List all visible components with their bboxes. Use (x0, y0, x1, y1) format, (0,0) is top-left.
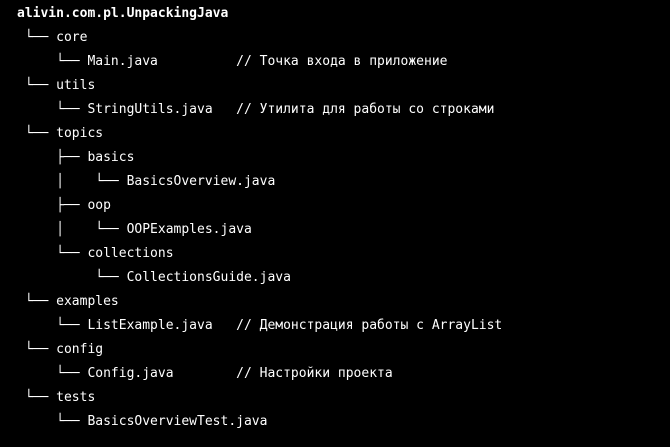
code-block: alivin.com.pl.UnpackingJava └── core └──… (0, 0, 670, 447)
tree-folder-examples: └── examples (17, 294, 119, 309)
tree-folder-basics: ├── basics (17, 150, 135, 165)
tree-file-oopexamples: │ └── OOPExamples.java (17, 222, 252, 237)
tree-folder-utils: └── utils (17, 78, 96, 93)
tree-file-basicsoverview: │ └── BasicsOverview.java (17, 174, 276, 189)
tree-file-main: └── Main.java // Точка входа в приложени… (17, 54, 448, 69)
tree-folder-oop: ├── oop (17, 198, 111, 213)
tree-file-listexample: └── ListExample.java // Демонстрация раб… (17, 318, 503, 333)
tree-root-package: alivin.com.pl.UnpackingJava (17, 6, 229, 21)
tree-folder-collections: └── collections (17, 246, 174, 261)
tree-folder-config: └── config (17, 342, 104, 357)
tree-file-collectionsguide: └── CollectionsGuide.java (17, 270, 291, 285)
tree-file-config: └── Config.java // Настройки проекта (17, 366, 393, 381)
tree-folder-core: └── core (17, 30, 88, 45)
tree-folder-topics: └── topics (17, 126, 104, 141)
tree-file-basicsoverviewtest: └── BasicsOverviewTest.java (17, 414, 268, 429)
tree-folder-tests: └── tests (17, 390, 96, 405)
tree-file-stringutils: └── StringUtils.java // Утилита для рабо… (17, 102, 495, 117)
